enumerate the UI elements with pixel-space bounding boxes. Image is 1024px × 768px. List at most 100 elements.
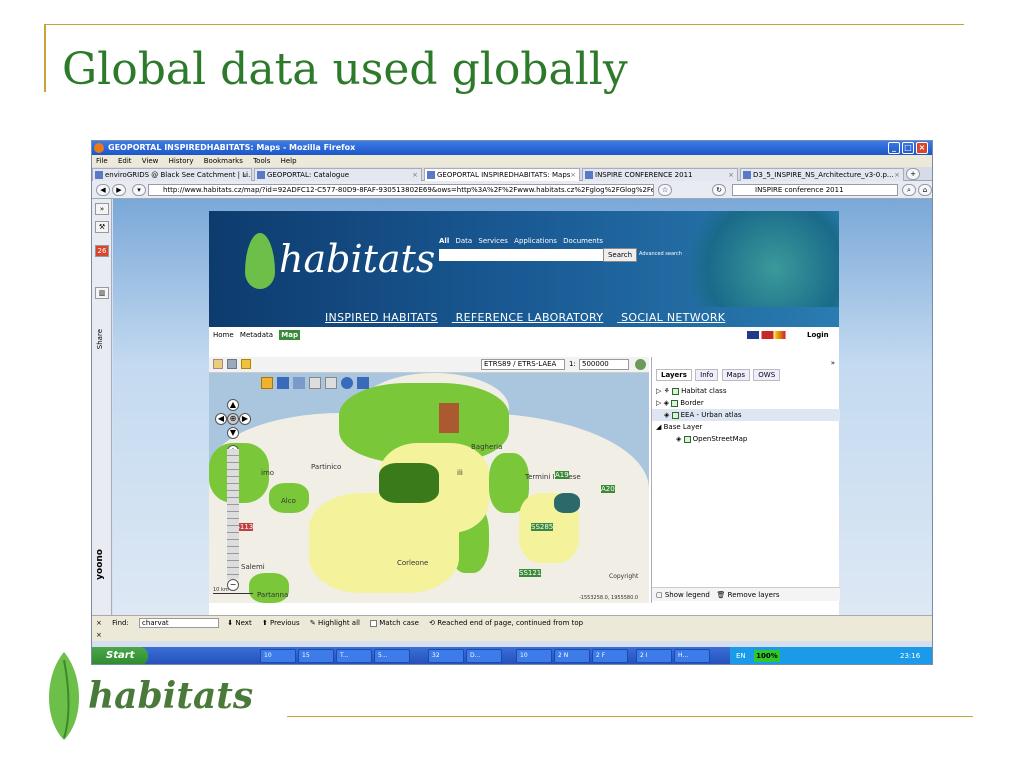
- back-icon[interactable]: ◀: [96, 184, 110, 196]
- layer-checkbox[interactable]: [683, 435, 691, 443]
- zoom-world-icon[interactable]: ⊕: [227, 413, 239, 425]
- tab-close-icon[interactable]: ×: [242, 169, 248, 181]
- expand-arrow-icon[interactable]: ▷: [656, 399, 661, 407]
- login-link[interactable]: Login: [807, 327, 829, 343]
- language-flags-icon[interactable]: [747, 331, 795, 339]
- tab-maps[interactable]: GEOPORTAL INSPIREDHABITATS: Maps ×: [424, 168, 580, 181]
- projection-select[interactable]: ETRS89 / ETRS-LAEA: [481, 359, 565, 370]
- map-canvas[interactable]: Bagheria Partinico Alco Termini Imerese …: [209, 373, 649, 603]
- taskbar-item[interactable]: T...: [336, 649, 372, 663]
- pan-down-icon[interactable]: ▼: [227, 427, 239, 439]
- site-logo[interactable]: habitats: [279, 237, 435, 281]
- menu-bookmarks[interactable]: Bookmarks: [204, 157, 243, 165]
- layer-row[interactable]: ▷ ◈ Border: [652, 397, 840, 409]
- advanced-search-link[interactable]: Advanced search: [639, 251, 682, 257]
- tab-layers[interactable]: Layers: [656, 369, 692, 381]
- home-icon[interactable]: ⌂: [918, 184, 932, 196]
- menu-file[interactable]: File: [96, 157, 108, 165]
- search-field[interactable]: INSPIRE conference 2011: [732, 184, 898, 196]
- scale-select[interactable]: 500000: [579, 359, 629, 370]
- close-find-icon[interactable]: ×: [96, 619, 102, 627]
- pan-up-icon[interactable]: ▲: [227, 399, 239, 411]
- close-status-icon[interactable]: ×: [96, 631, 102, 639]
- new-tab-icon[interactable]: +: [906, 168, 920, 180]
- show-legend-button[interactable]: Show legend: [665, 591, 710, 599]
- zoom-out-icon[interactable]: −: [227, 579, 239, 591]
- taskbar-item[interactable]: 5...: [374, 649, 410, 663]
- pan-right-icon[interactable]: ▶: [239, 413, 251, 425]
- tab-inspire-conference[interactable]: INSPIRE CONFERENCE 2011 ×: [582, 168, 738, 181]
- remove-layers-button[interactable]: Remove layers: [728, 591, 780, 599]
- info-icon[interactable]: [341, 377, 353, 389]
- taskbar-item[interactable]: 10: [260, 649, 296, 663]
- globe-icon[interactable]: [635, 359, 646, 370]
- minimize-icon[interactable]: _: [888, 142, 900, 154]
- find-input[interactable]: charvat: [139, 618, 220, 628]
- history-dropdown-icon[interactable]: ▾: [132, 184, 146, 196]
- open-folder-icon[interactable]: [241, 359, 251, 369]
- nav-reference-laboratory[interactable]: REFERENCE LABORATORY: [456, 311, 604, 324]
- panel-icon[interactable]: ▥: [95, 287, 109, 299]
- tools-icon[interactable]: ⚒: [95, 221, 109, 233]
- taskbar-item[interactable]: 2 F: [592, 649, 628, 663]
- expand-icon[interactable]: »: [95, 203, 109, 215]
- tab-maps[interactable]: Maps: [721, 369, 751, 381]
- tab-envirogrids[interactable]: enviroGRIDS @ Black See Catchment | Li..…: [92, 168, 252, 181]
- taskbar-item[interactable]: H...: [674, 649, 710, 663]
- scope-services[interactable]: Services: [478, 237, 508, 245]
- find-next-button[interactable]: Next: [235, 619, 251, 627]
- base-layer-group[interactable]: ◢ Base Layer: [652, 421, 840, 433]
- taskbar-item[interactable]: 15: [298, 649, 334, 663]
- start-button[interactable]: Start: [92, 647, 148, 664]
- subnav-map[interactable]: Map: [279, 330, 300, 340]
- collapse-arrow-icon[interactable]: ◢: [656, 423, 661, 431]
- taskbar-item[interactable]: 32: [428, 649, 464, 663]
- layer-checkbox[interactable]: [671, 411, 679, 419]
- tab-d3-5-pdf[interactable]: D3_5_INSPIRE_NS_Architecture_v3-0.p... ×: [740, 168, 904, 181]
- layer-checkbox[interactable]: [671, 399, 679, 407]
- tab-close-icon[interactable]: ×: [412, 169, 418, 181]
- tab-close-icon[interactable]: ×: [570, 169, 576, 181]
- scope-applications[interactable]: Applications: [514, 237, 557, 245]
- pan-hand-icon[interactable]: [261, 377, 273, 389]
- tab-info[interactable]: Info: [695, 369, 719, 381]
- previous-extent-icon[interactable]: [277, 377, 289, 389]
- url-bar[interactable]: http://www.habitats.cz/map/?id=92ADFC12-…: [148, 184, 654, 196]
- scope-data[interactable]: Data: [455, 237, 472, 245]
- site-search-input[interactable]: [439, 249, 603, 261]
- collapse-panel-icon[interactable]: »: [831, 359, 835, 367]
- save-icon[interactable]: [227, 359, 237, 369]
- measure-area-icon[interactable]: [325, 377, 337, 389]
- menu-history[interactable]: History: [169, 157, 194, 165]
- measure-length-icon[interactable]: [309, 377, 321, 389]
- next-extent-icon[interactable]: [293, 377, 305, 389]
- tab-ows[interactable]: OWS: [753, 369, 781, 381]
- tab-catalogue[interactable]: GEOPORTAL: Catalogue ×: [254, 168, 422, 181]
- scope-all[interactable]: All: [439, 237, 449, 245]
- locate-icon[interactable]: [357, 377, 369, 389]
- map-copyright[interactable]: Copyright: [609, 573, 638, 580]
- subnav-metadata[interactable]: Metadata: [240, 331, 273, 339]
- tab-close-icon[interactable]: ×: [728, 169, 734, 181]
- maximize-icon[interactable]: □: [902, 142, 914, 154]
- language-indicator[interactable]: EN: [736, 647, 746, 664]
- zoom-indicator[interactable]: 100%: [754, 650, 780, 662]
- taskbar-item[interactable]: 2 I: [636, 649, 672, 663]
- bookmark-star-icon[interactable]: ☆: [658, 184, 672, 196]
- taskbar-item[interactable]: D...: [466, 649, 502, 663]
- nav-social-network[interactable]: SOCIAL NETWORK: [621, 311, 725, 324]
- close-icon[interactable]: ×: [916, 142, 928, 154]
- layer-row[interactable]: ◈ OpenStreetMap: [652, 433, 840, 445]
- menu-help[interactable]: Help: [281, 157, 297, 165]
- layer-row[interactable]: ▷ ⚘ Habitat class: [652, 385, 840, 397]
- subnav-home[interactable]: Home: [213, 331, 234, 339]
- taskbar-item[interactable]: 10: [516, 649, 552, 663]
- tab-close-icon[interactable]: ×: [894, 169, 900, 181]
- reload-icon[interactable]: ↻: [712, 184, 726, 196]
- scope-documents[interactable]: Documents: [563, 237, 603, 245]
- menu-view[interactable]: View: [142, 157, 159, 165]
- match-case-checkbox[interactable]: [370, 619, 378, 627]
- highlight-all-button[interactable]: Highlight all: [318, 619, 360, 627]
- pan-left-icon[interactable]: ◀: [215, 413, 227, 425]
- menu-edit[interactable]: Edit: [118, 157, 132, 165]
